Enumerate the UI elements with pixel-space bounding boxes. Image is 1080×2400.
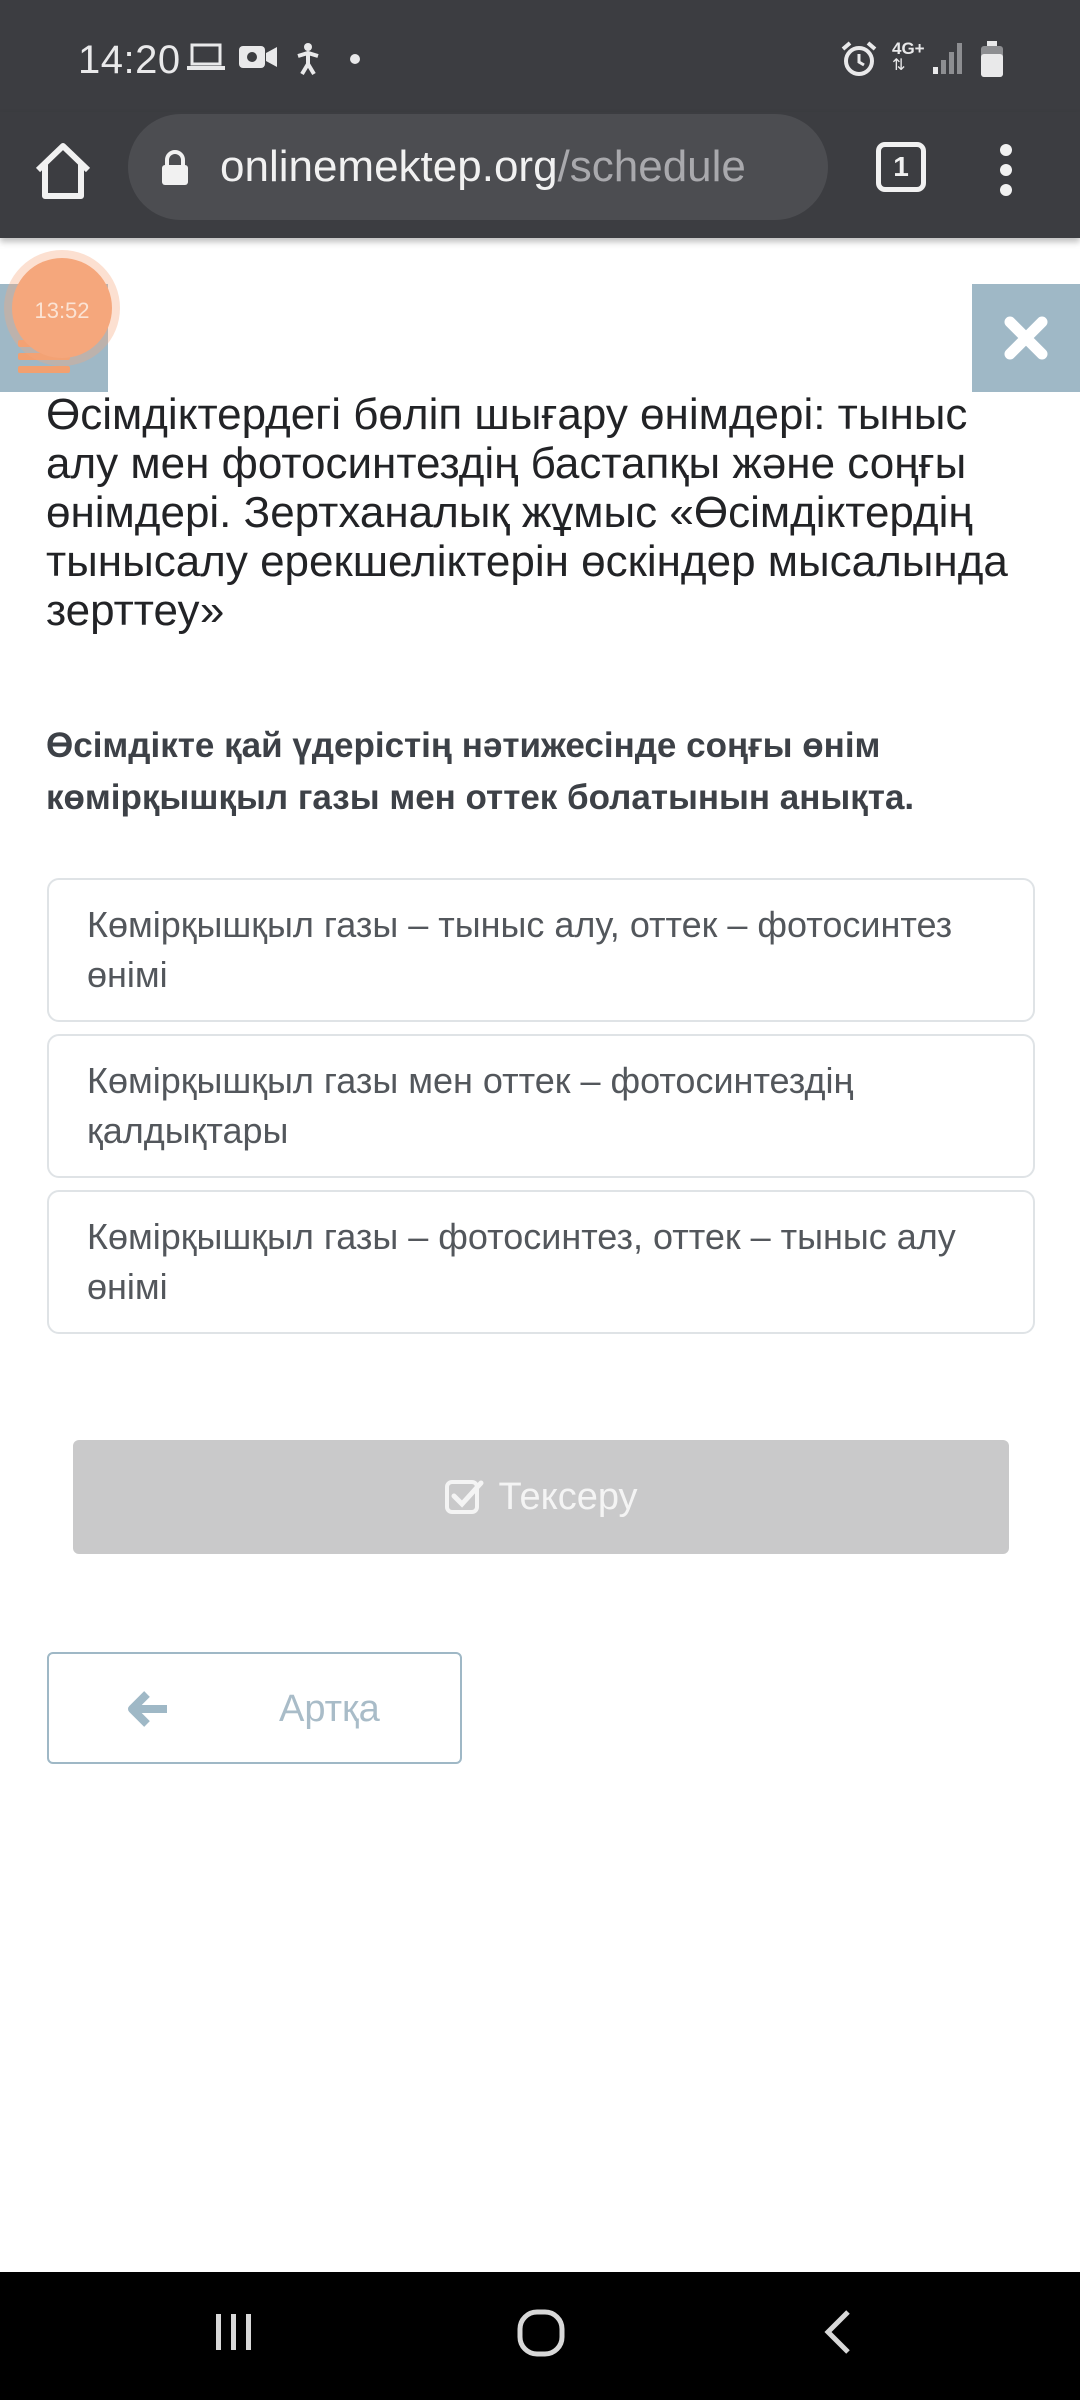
status-bar: 14:20 4G+ ⇅	[0, 0, 1080, 112]
dot-icon	[350, 54, 360, 64]
alarm-icon	[841, 41, 877, 76]
status-time: 14:20	[78, 38, 181, 82]
network-4g-icon: 4G+ ⇅	[892, 39, 925, 74]
battery-icon	[981, 41, 1003, 77]
browser-toolbar: onlinemektep.org/schedule 1	[0, 112, 1080, 238]
close-button[interactable]	[972, 284, 1080, 392]
laptop-icon	[187, 43, 225, 70]
system-navigation-bar	[0, 2272, 1080, 2400]
answer-option[interactable]: Көмірқышқыл газы – тыныс алу, оттек – фо…	[47, 878, 1035, 1022]
checkbox-check-icon	[445, 1480, 484, 1514]
lock-icon	[162, 150, 188, 185]
home-icon[interactable]	[30, 138, 96, 204]
more-options-icon[interactable]	[988, 142, 1024, 198]
lesson-title: Өсімдіктердегі бөліп шығару өнімдері: ты…	[46, 390, 1008, 635]
signal-icon	[933, 43, 962, 74]
recent-apps-icon[interactable]	[210, 2300, 258, 2364]
back-nav-icon[interactable]	[814, 2300, 862, 2364]
check-button[interactable]: Тексеру	[73, 1440, 1009, 1554]
answer-options: Көмірқышқыл газы – тыныс алу, оттек – фо…	[47, 878, 1035, 1346]
video-camera-icon	[239, 46, 277, 68]
accessibility-icon	[297, 43, 319, 76]
tabs-button[interactable]: 1	[876, 142, 926, 192]
address-bar[interactable]: onlinemektep.org/schedule	[128, 114, 828, 220]
network-label: 4G+	[892, 39, 925, 58]
back-button-label: Артқа	[279, 1688, 380, 1730]
url-path: /schedule	[557, 142, 746, 191]
answer-option[interactable]: Көмірқышқыл газы мен оттек – фотосинтезд…	[47, 1034, 1035, 1178]
arrow-left-icon	[128, 1691, 167, 1727]
timer-badge: 13:52	[12, 258, 112, 358]
question-text: Өсімдікте қай үдерістің нәтижесінде соңғ…	[46, 726, 915, 817]
check-button-label: Тексеру	[498, 1475, 638, 1518]
url-domain: onlinemektep.org	[220, 142, 558, 191]
home-nav-icon[interactable]	[510, 2300, 574, 2364]
url-text: onlinemektep.org/schedule	[220, 142, 746, 192]
answer-option[interactable]: Көмірқышқыл газы – фотосинтез, оттек – т…	[47, 1190, 1035, 1334]
back-button[interactable]: Артқа	[47, 1652, 462, 1764]
timer-text: 13:52	[34, 298, 90, 323]
close-icon	[1004, 316, 1048, 360]
